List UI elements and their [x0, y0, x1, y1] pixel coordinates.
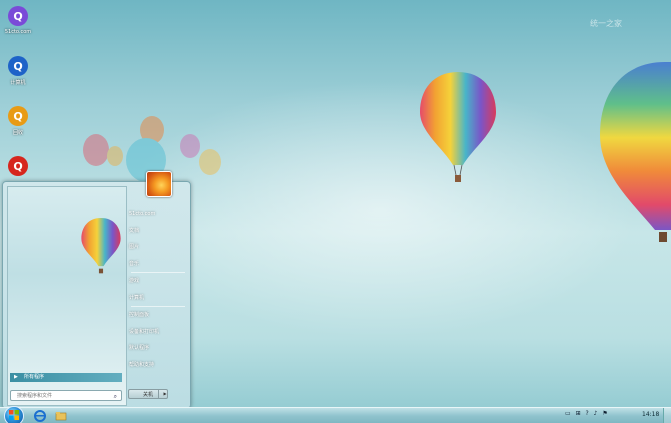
shutdown-label: 关机: [142, 392, 153, 398]
internet-explorer-icon[interactable]: [34, 410, 46, 422]
menu-item-documents[interactable]: 文档: [129, 223, 187, 240]
start-menu-right-pane: 51cto.com 文档 图片 音乐 游戏 计算机 控制面板 设备和打印机 默认…: [129, 206, 187, 373]
tray-icon[interactable]: ⊞: [576, 410, 581, 417]
menu-item-default-programs[interactable]: 默认程序: [129, 340, 187, 357]
desktop-icon-qq[interactable]: Q: [3, 156, 33, 176]
balloon-right: [600, 62, 671, 242]
folder-icon[interactable]: [55, 410, 67, 422]
menu-item-games[interactable]: 游戏: [129, 273, 187, 290]
help-icon[interactable]: ?: [586, 410, 589, 417]
show-desktop-button[interactable]: [663, 408, 671, 423]
menu-item-music[interactable]: 音乐: [129, 256, 187, 273]
start-menu: ▶ 所有程序 搜索程序和文件 ⌕ 51cto.com 文档 图片 音乐 游戏 计…: [2, 171, 191, 409]
all-programs-label: 所有程序: [24, 374, 45, 380]
desktop-icon-recycle[interactable]: Q 回收: [3, 106, 33, 136]
search-input[interactable]: 搜索程序和文件 ⌕: [10, 390, 122, 401]
balloon-thumbnail: [81, 218, 121, 274]
desktop-icon-label: 计算机: [10, 80, 26, 86]
taskbar: ▭ ⊞ ? ♪ ⚑ 14:18: [0, 406, 671, 423]
qq-icon: Q: [8, 56, 28, 76]
desktop: 统一之家 Q 51cto.com Q 计算机 Q 回收 Q ▶ 所有程序 搜索程…: [0, 0, 671, 423]
desktop-icon-label: 回收: [12, 130, 23, 136]
shutdown-options-button[interactable]: ▶: [158, 389, 171, 399]
desktop-icon-label: 51cto.com: [4, 29, 32, 35]
qq-icon: Q: [8, 156, 28, 176]
search-placeholder: 搜索程序和文件: [17, 393, 53, 399]
desktop-icon-51cto[interactable]: Q 51cto.com: [3, 6, 33, 35]
start-menu-left-pane: ▶ 所有程序 搜索程序和文件 ⌕: [7, 186, 127, 406]
user-avatar[interactable]: [146, 171, 172, 197]
magnifier-icon[interactable]: ⌕: [114, 391, 117, 402]
menu-item-control-panel[interactable]: 控制面板: [129, 307, 187, 324]
qq-icon: Q: [8, 6, 28, 26]
clock[interactable]: 14:18: [642, 411, 659, 418]
start-button[interactable]: [4, 406, 24, 423]
volume-icon[interactable]: ♪: [594, 410, 598, 417]
action-center-icon[interactable]: ⚑: [602, 410, 607, 417]
menu-item-help-support[interactable]: 帮助和支持: [129, 357, 187, 374]
menu-item-pictures[interactable]: 图片: [129, 239, 187, 256]
menu-item-devices-printers[interactable]: 设备和打印机: [129, 324, 187, 341]
all-programs-button[interactable]: ▶ 所有程序: [10, 373, 122, 382]
watermark: 统一之家: [590, 19, 622, 28]
system-tray: ▭ ⊞ ? ♪ ⚑: [565, 410, 611, 422]
tray-icon[interactable]: ▭: [565, 410, 571, 417]
windows-logo-icon: [9, 410, 19, 420]
menu-item-user[interactable]: 51cto.com: [129, 206, 187, 223]
menu-item-computer[interactable]: 计算机: [129, 290, 187, 307]
qq-icon: Q: [8, 106, 28, 126]
balloon-large: [420, 72, 496, 182]
arrow-right-icon: ▶: [14, 374, 18, 380]
desktop-icon-computer[interactable]: Q 计算机: [3, 56, 33, 86]
